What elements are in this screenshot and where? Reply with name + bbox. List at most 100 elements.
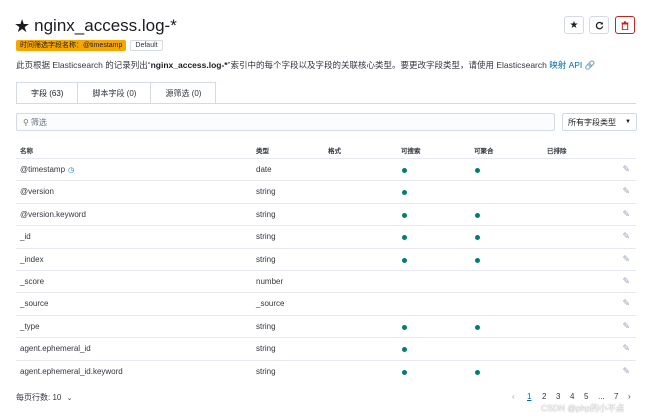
edit-field-pencil-icon[interactable]: ✎: [622, 231, 630, 242]
column-header-aggregatable[interactable]: 可聚合: [474, 145, 494, 155]
star-icon: ★: [569, 19, 579, 31]
field-name: _index: [20, 249, 44, 271]
searchable-dot-icon: [402, 212, 407, 218]
tab-source-filters[interactable]: 源筛选 (0): [150, 82, 217, 104]
field-type-select[interactable]: 所有字段类型 ▼: [562, 113, 637, 131]
pagination-ellipsis: ...: [598, 392, 605, 401]
set-default-button[interactable]: ★: [564, 16, 584, 34]
table-row: @timestamp ◷ date ✎: [16, 158, 636, 180]
table-row: _source _source ✎: [16, 292, 636, 314]
edit-field-pencil-icon[interactable]: ✎: [622, 254, 630, 265]
aggregatable-dot-icon: [475, 369, 480, 375]
field-name-text: @version: [20, 187, 54, 197]
aggregatable-dot-icon: [475, 324, 480, 330]
field-type: _source: [256, 299, 285, 309]
description-prefix: 此页根据 Elasticsearch 的记录列出“: [16, 60, 151, 70]
clock-icon: ◷: [68, 167, 75, 174]
field-name-text: _type: [20, 321, 40, 331]
refresh-icon: [595, 21, 603, 29]
tab-bar: 字段 (63) 脚本字段 (0) 源筛选 (0): [16, 82, 217, 104]
filter-search-input[interactable]: ⚲ 筛选: [16, 113, 555, 131]
next-page-icon[interactable]: ›: [628, 392, 631, 401]
field-name-text: _score: [20, 277, 45, 286]
page-header: ★ nginx_access.log-*: [14, 14, 177, 38]
page-7[interactable]: 7: [614, 392, 618, 401]
column-header-type[interactable]: 类型: [256, 145, 269, 155]
field-name: @version.keyword: [20, 204, 86, 226]
table-row: agent.ephemeral_id string ✎: [16, 337, 636, 359]
edit-field-pencil-icon[interactable]: ✎: [622, 343, 630, 354]
aggregatable-dot-icon: [475, 212, 480, 218]
page-5[interactable]: 5: [584, 392, 588, 401]
searchable-dot-icon: [402, 235, 407, 241]
tab-divider: [16, 103, 636, 104]
page-description: 此页根据 Elasticsearch 的记录列出“nginx_access.lo…: [16, 59, 595, 71]
edit-field-pencil-icon[interactable]: ✎: [622, 186, 630, 197]
field-type: number: [256, 277, 284, 286]
field-type: string: [256, 344, 276, 354]
description-index: nginx_access.log-*: [150, 60, 228, 70]
field-name-text: _id: [20, 232, 31, 242]
edit-field-pencil-icon[interactable]: ✎: [622, 164, 630, 175]
table-row: @version string ✎: [16, 180, 636, 202]
refresh-fields-button[interactable]: [589, 16, 609, 34]
watermark: CSDN @php的小不点: [541, 403, 625, 413]
column-header-searchable[interactable]: 可搜索: [401, 145, 421, 155]
edit-field-pencil-icon[interactable]: ✎: [622, 209, 630, 220]
rows-per-page-label: 每页行数: 10: [16, 393, 62, 402]
searchable-dot-icon: [402, 324, 407, 330]
aggregatable-dot-icon: [475, 257, 480, 263]
chevron-down-icon: ⌄: [66, 395, 73, 402]
field-name: agent.ephemeral_id.keyword: [20, 361, 123, 383]
page-title: nginx_access.log-*: [34, 16, 177, 35]
field-name: _source: [20, 293, 48, 315]
field-type: string: [256, 232, 276, 242]
edit-field-pencil-icon[interactable]: ✎: [622, 321, 630, 332]
field-name-text: agent.ephemeral_id.keyword: [20, 366, 123, 376]
table-row: _score number ✎: [16, 270, 636, 292]
trash-icon: [621, 20, 629, 30]
aggregatable-dot-icon: [475, 168, 480, 173]
tab-fields[interactable]: 字段 (63): [16, 82, 79, 104]
default-badge: Default: [130, 40, 163, 51]
mapping-api-link[interactable]: 映射 API 🔗: [549, 60, 595, 70]
column-header-name[interactable]: 名称: [20, 145, 33, 155]
page-4[interactable]: 4: [570, 392, 574, 401]
field-name: _score: [20, 271, 44, 293]
page-2[interactable]: 2: [542, 392, 546, 401]
searchable-dot-icon: [402, 257, 407, 263]
delete-index-pattern-button[interactable]: [615, 16, 635, 34]
star-icon: ★: [14, 16, 31, 36]
field-name-text: _index: [20, 254, 44, 264]
field-name: _id: [20, 226, 31, 248]
badge-group: 时间筛选字段名称：@timestamp Default: [16, 40, 163, 51]
prev-page-icon[interactable]: ‹: [512, 392, 515, 401]
table-row: _type string ✎: [16, 314, 636, 337]
field-name: agent.ephemeral_id: [20, 338, 91, 360]
field-type: string: [256, 321, 276, 331]
edit-field-pencil-icon[interactable]: ✎: [622, 366, 630, 377]
field-name-text: @timestamp: [20, 165, 66, 174]
edit-field-pencil-icon[interactable]: ✎: [622, 298, 630, 309]
search-placeholder: 筛选: [30, 117, 47, 127]
mapping-api-link-label: 映射 API: [549, 60, 583, 70]
field-type: string: [256, 254, 276, 264]
page-1[interactable]: 1: [527, 392, 531, 401]
tab-scripted-fields[interactable]: 脚本字段 (0): [77, 82, 152, 104]
field-name: @version: [20, 181, 54, 203]
rows-per-page-button[interactable]: 每页行数: 10 ⌄: [16, 392, 72, 403]
searchable-dot-icon: [402, 369, 407, 375]
field-type: date: [256, 165, 272, 174]
table-row: _index string ✎: [16, 247, 636, 271]
column-header-excluded[interactable]: 已排除: [547, 145, 567, 155]
field-name: @timestamp ◷: [20, 159, 74, 181]
search-icon: ⚲: [23, 117, 29, 127]
edit-field-pencil-icon[interactable]: ✎: [622, 276, 630, 287]
page-3[interactable]: 3: [556, 392, 560, 401]
searchable-dot-icon: [402, 168, 407, 173]
table-row: _id string ✎: [16, 225, 636, 247]
table-row: agent.ephemeral_id.keyword string ✎: [16, 359, 636, 383]
chevron-down-icon: ▼: [625, 119, 631, 125]
field-name-text: _source: [20, 299, 49, 309]
column-header-format[interactable]: 格式: [328, 145, 341, 155]
